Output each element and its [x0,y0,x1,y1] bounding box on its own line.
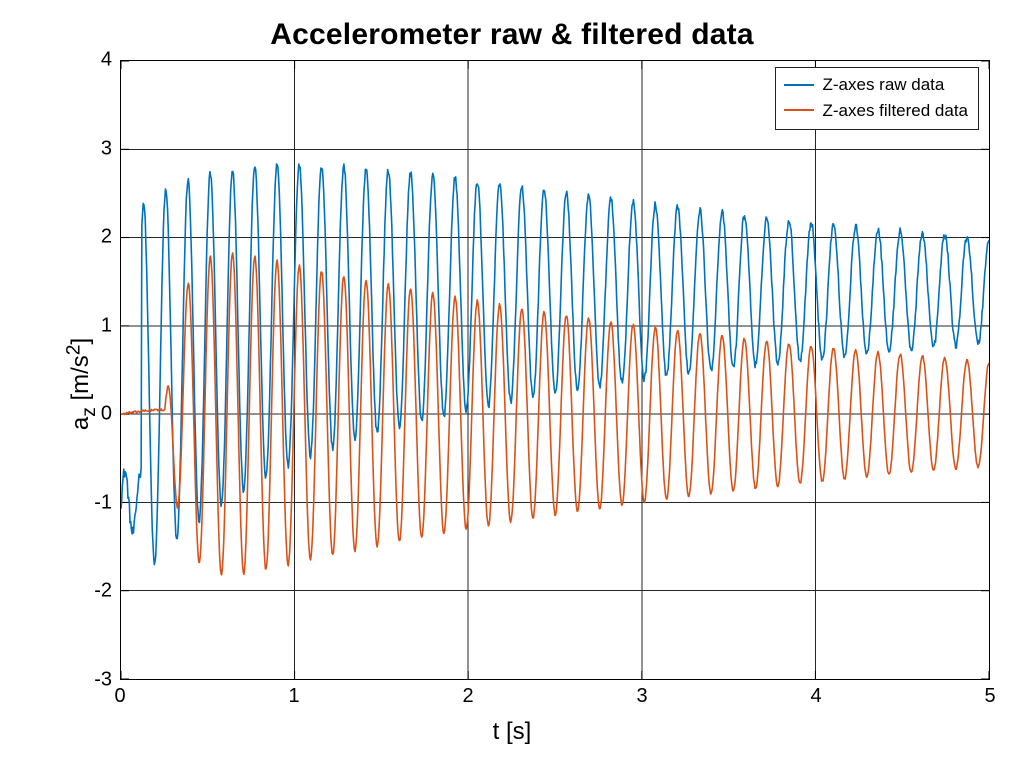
chart-title: Accelerometer raw & filtered data [0,18,1024,52]
x-tick-label: 4 [810,685,821,708]
legend-swatch-raw [784,84,814,86]
legend-label-filtered: Z-axes filtered data [822,98,968,124]
y-axis-label: az [m/s2] [63,338,100,430]
plot-canvas [121,61,989,679]
y-tick-label: 2 [101,226,112,249]
y-tick-label: -2 [94,580,112,603]
legend-label-raw: Z-axes raw data [822,72,944,98]
y-tick-label: -1 [94,491,112,514]
y-tick-label: 3 [101,137,112,160]
y-tick-label: 0 [101,403,112,426]
chart-figure: Accelerometer raw & filtered data Z-axes… [0,0,1024,768]
legend-swatch-filtered [784,109,814,111]
legend-entry-raw: Z-axes raw data [784,72,968,98]
x-tick-label: 0 [114,685,125,708]
x-tick-label: 3 [636,685,647,708]
x-tick-label: 1 [288,685,299,708]
y-tick-label: 4 [101,49,112,72]
y-tick-label: -3 [94,669,112,692]
x-axis-label: t [s] [0,718,1024,746]
legend: Z-axes raw data Z-axes filtered data [775,67,979,130]
plot-area: Z-axes raw data Z-axes filtered data [120,60,990,680]
legend-entry-filtered: Z-axes filtered data [784,98,968,124]
x-tick-label: 5 [984,685,995,708]
y-tick-label: 1 [101,314,112,337]
x-tick-label: 2 [462,685,473,708]
